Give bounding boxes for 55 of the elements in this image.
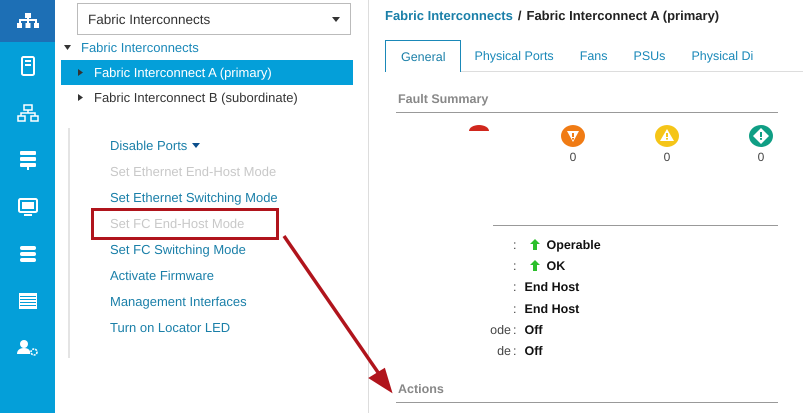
expander-icon xyxy=(77,69,84,76)
stack-icon xyxy=(18,244,36,262)
nav-item[interactable] xyxy=(0,0,55,42)
colon: : xyxy=(513,238,516,252)
status-value: Off xyxy=(524,322,543,337)
fault-count: 0 xyxy=(570,150,576,164)
fault-count: 0 xyxy=(758,150,764,164)
menu-item[interactable]: Set FC Switching Mode xyxy=(110,242,246,258)
section-title: Fault Summary xyxy=(398,92,490,106)
minor-fault-icon xyxy=(655,125,679,147)
critical-fault-icon xyxy=(468,125,490,131)
list-icon xyxy=(18,292,36,308)
major-fault-icon xyxy=(561,125,585,147)
expander-icon xyxy=(77,94,84,101)
status-value: Off xyxy=(524,344,543,358)
tab[interactable]: Fans xyxy=(566,40,620,71)
status-label: ode xyxy=(490,322,511,337)
storage-icon xyxy=(18,150,36,170)
colon: : xyxy=(513,322,516,337)
menu-item[interactable]: Turn on Locator LED xyxy=(110,320,230,335)
navigation-dropdown[interactable]: Fabric Interconnects xyxy=(77,3,351,35)
tree-item[interactable]: Fabric Interconnects xyxy=(61,35,353,60)
tab[interactable]: PSUs xyxy=(620,40,678,71)
breadcrumb-current: Fabric Interconnect A (primary) xyxy=(526,8,720,23)
server-icon xyxy=(20,56,34,76)
tree-item[interactable]: Fabric Interconnect A (primary) xyxy=(61,60,353,85)
menu-item[interactable]: Activate Firmware xyxy=(110,268,214,283)
colon: : xyxy=(513,302,516,316)
status-value: OK xyxy=(546,258,566,273)
colon: : xyxy=(513,280,516,294)
status-value: End Host xyxy=(524,280,580,294)
tab[interactable]: Physical Di xyxy=(678,40,766,71)
section-title: Actions xyxy=(398,382,445,396)
menu-item[interactable]: Management Interfaces xyxy=(110,294,247,309)
monitor-icon xyxy=(18,198,38,216)
hierarchy-icon xyxy=(16,13,38,29)
status-value: End Host xyxy=(524,302,580,316)
colon: : xyxy=(513,258,516,273)
warning-fault-icon xyxy=(749,125,773,147)
tab[interactable]: General xyxy=(385,40,462,72)
tab[interactable]: Physical Ports xyxy=(461,40,567,71)
status-label: de xyxy=(497,344,511,358)
colon: : xyxy=(513,344,516,358)
breadcrumb-link[interactable]: Fabric Interconnects xyxy=(385,8,513,23)
expander-icon xyxy=(64,44,71,51)
network-icon xyxy=(16,104,38,122)
status-value: Operable xyxy=(546,238,601,252)
menu-item[interactable]: Disable Ports xyxy=(110,138,200,154)
tree-item[interactable]: Fabric Interconnect B (subordinate) xyxy=(61,85,353,110)
menu-item[interactable]: Set Ethernet Switching Mode xyxy=(110,190,278,206)
breadcrumb-separator: / xyxy=(518,8,522,23)
fault-count: 0 xyxy=(664,150,670,164)
caret-icon xyxy=(192,143,200,148)
caret-icon xyxy=(332,16,340,22)
admin-icon xyxy=(16,338,38,356)
